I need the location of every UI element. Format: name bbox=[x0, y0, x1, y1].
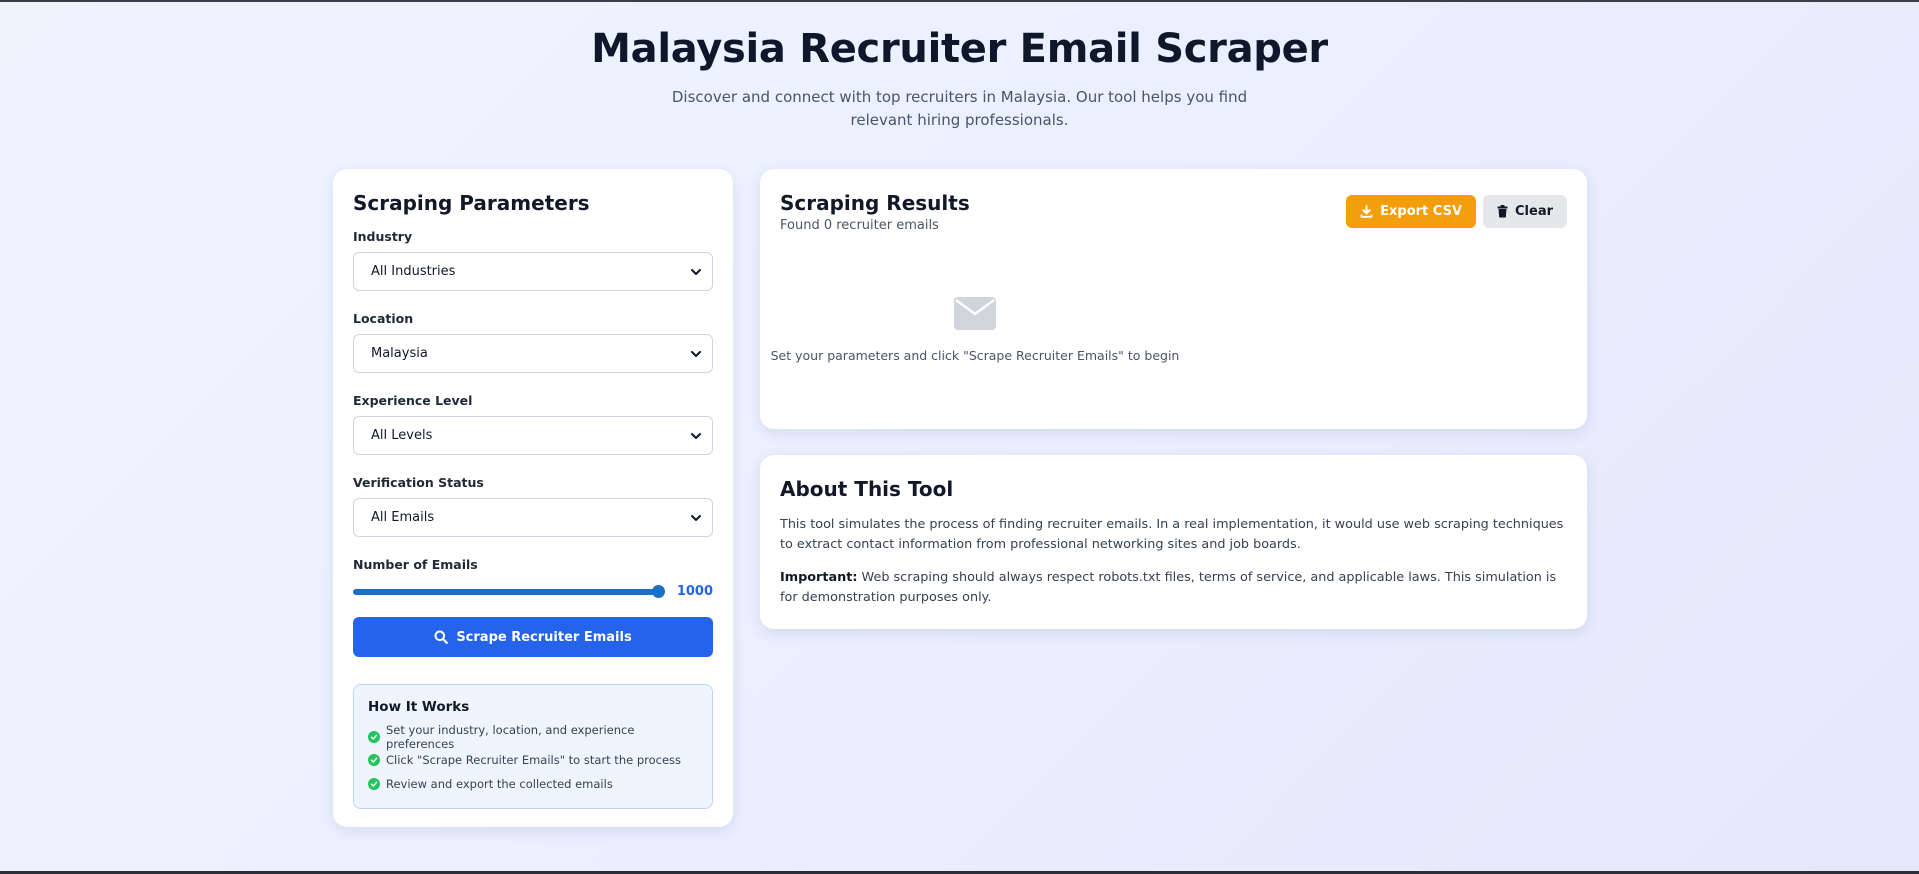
emails-slider[interactable] bbox=[353, 584, 665, 598]
chevron-down-icon bbox=[691, 514, 701, 521]
trash-icon bbox=[1497, 205, 1508, 218]
emails-count-label: Number of Emails bbox=[353, 557, 478, 572]
experience-label: Experience Level bbox=[353, 393, 473, 408]
verification-field: Verification Status All Emails bbox=[353, 475, 713, 537]
empty-state-message: Set your parameters and click "Scrape Re… bbox=[770, 348, 1180, 363]
industry-field: Industry All Industries bbox=[353, 229, 713, 291]
how-it-works-step-text: Review and export the collected emails bbox=[386, 776, 613, 791]
about-card: About This Tool This tool simulates the … bbox=[760, 455, 1587, 629]
important-label: Important: bbox=[780, 570, 858, 585]
window-top-border bbox=[0, 0, 1919, 2]
emails-slider-row: 1000 bbox=[353, 584, 713, 599]
location-value: Malaysia bbox=[371, 346, 428, 361]
how-it-works-step: Review and export the collected emails bbox=[368, 772, 698, 796]
parameters-card: Scraping Parameters Industry All Industr… bbox=[333, 169, 733, 827]
page-title: Malaysia Recruiter Email Scraper bbox=[591, 26, 1328, 72]
industry-select[interactable]: All Industries bbox=[353, 252, 713, 291]
location-field: Location Malaysia bbox=[353, 311, 713, 373]
how-it-works-list: Set your industry, location, and experie… bbox=[368, 722, 698, 796]
how-it-works-step: Click "Scrape Recruiter Emails" to start… bbox=[368, 749, 698, 773]
check-circle-icon bbox=[368, 730, 380, 743]
important-text: Web scraping should always respect robot… bbox=[780, 570, 1557, 605]
verification-label: Verification Status bbox=[353, 475, 484, 490]
how-it-works-title: How It Works bbox=[368, 699, 470, 715]
chevron-down-icon bbox=[691, 432, 701, 439]
scrape-button[interactable]: Scrape Recruiter Emails bbox=[353, 617, 713, 657]
clear-label: Clear bbox=[1515, 204, 1553, 219]
experience-value: All Levels bbox=[371, 428, 433, 443]
parameters-title: Scraping Parameters bbox=[353, 191, 590, 215]
download-icon bbox=[1360, 205, 1373, 218]
scrape-button-label: Scrape Recruiter Emails bbox=[456, 629, 632, 645]
emails-slider-thumb[interactable] bbox=[651, 584, 665, 598]
industry-label: Industry bbox=[353, 229, 413, 244]
clear-button[interactable]: Clear bbox=[1483, 195, 1567, 228]
envelope-icon bbox=[954, 297, 996, 330]
empty-state: Set your parameters and click "Scrape Re… bbox=[760, 297, 1190, 363]
how-it-works-step-text: Set your industry, location, and experie… bbox=[386, 722, 635, 751]
verification-select[interactable]: All Emails bbox=[353, 498, 713, 537]
industry-value: All Industries bbox=[371, 264, 456, 279]
emails-count-value: 1000 bbox=[676, 584, 713, 599]
results-actions: Export CSV Clear bbox=[1346, 195, 1567, 228]
how-it-works-step: Set your industry, location, and experie… bbox=[368, 722, 698, 751]
chevron-down-icon bbox=[691, 268, 701, 275]
chevron-down-icon bbox=[691, 350, 701, 357]
export-csv-label: Export CSV bbox=[1380, 204, 1462, 219]
check-circle-icon bbox=[368, 777, 380, 790]
emails-count-field: Number of Emails 1000 bbox=[353, 557, 713, 599]
about-important: Important: Web scraping should always re… bbox=[780, 568, 1567, 608]
how-it-works-box: How It Works Set your industry, location… bbox=[353, 684, 713, 809]
page-header: Malaysia Recruiter Email Scraper Discove… bbox=[0, 26, 1919, 132]
about-title: About This Tool bbox=[780, 477, 954, 501]
location-select[interactable]: Malaysia bbox=[353, 334, 713, 373]
verification-value: All Emails bbox=[371, 510, 435, 525]
export-csv-button[interactable]: Export CSV bbox=[1346, 195, 1476, 228]
experience-select[interactable]: All Levels bbox=[353, 416, 713, 455]
search-icon bbox=[434, 630, 449, 644]
check-circle-icon bbox=[368, 754, 380, 767]
results-card: Scraping Results Found 0 recruiter email… bbox=[760, 169, 1587, 429]
experience-field: Experience Level All Levels bbox=[353, 393, 713, 455]
page-subtitle: Discover and connect with top recruiters… bbox=[671, 88, 1248, 129]
location-label: Location bbox=[353, 311, 414, 326]
how-it-works-step-text: Click "Scrape Recruiter Emails" to start… bbox=[386, 753, 682, 768]
about-paragraph: This tool simulates the process of findi… bbox=[780, 517, 1564, 552]
